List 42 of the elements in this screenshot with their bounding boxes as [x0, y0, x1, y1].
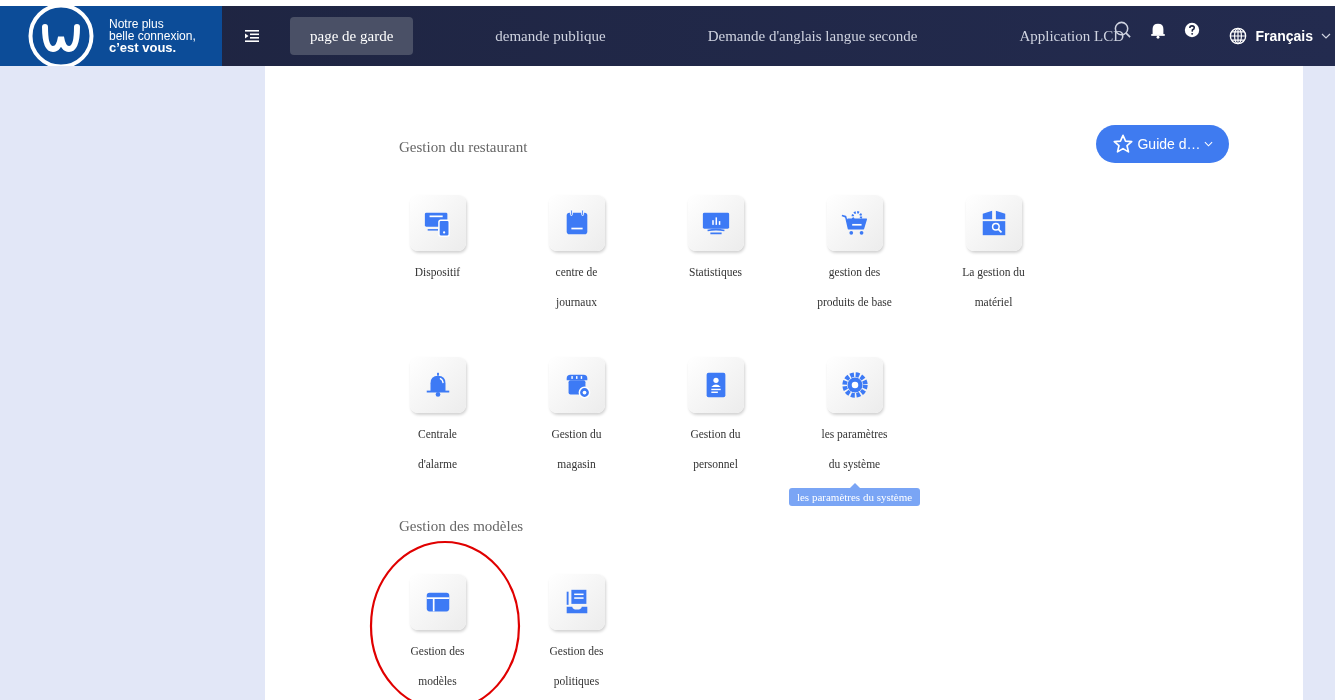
tooltip: les paramètres du système [788, 488, 921, 506]
nav-tab[interactable]: page de garde [290, 17, 414, 55]
gear-icon [839, 370, 870, 400]
nav-tab[interactable]: demande publique [475, 17, 626, 55]
app-tile[interactable] [826, 357, 883, 413]
app-label[interactable]: gestion des produits de base [815, 257, 894, 317]
cart-gear-icon [839, 208, 870, 238]
app-label[interactable]: Gestion du personnel [676, 419, 755, 479]
app-label[interactable]: Gestion des politiques [537, 636, 616, 696]
slogan-line: belle connexion, [109, 30, 196, 42]
help-icon[interactable] [1184, 21, 1200, 38]
menu-fold-icon[interactable] [245, 30, 259, 42]
star-icon [1112, 133, 1135, 155]
app-tile[interactable] [409, 357, 466, 413]
nav-tab[interactable]: Application LCD [999, 17, 1144, 55]
app-label[interactable]: les paramètres du système [815, 419, 894, 479]
guide-button[interactable]: Guide d… [1096, 125, 1229, 163]
section-title: Gestion du restaurant [399, 138, 528, 157]
app-label[interactable]: Gestion du magasin [537, 419, 616, 479]
app-tile[interactable] [687, 357, 744, 413]
app-tile[interactable] [409, 195, 466, 251]
chevron-down-icon [1321, 33, 1331, 39]
slogan-line: Notre plus [109, 18, 164, 30]
app-label[interactable]: La gestion du matériel [954, 257, 1033, 317]
language-selector[interactable]: Français [1229, 27, 1331, 45]
nav-tab[interactable]: Demande d'anglais langue seconde [687, 17, 938, 55]
slogan-emphasis: c’est vous. [109, 42, 177, 54]
globe-icon [1229, 27, 1248, 45]
section-title: Gestion des modèles [399, 517, 524, 536]
app-tile[interactable] [687, 195, 744, 251]
app-tile[interactable] [826, 195, 883, 251]
app-label[interactable]: Statistiques [676, 257, 755, 317]
app-label[interactable]: Dispositif [398, 257, 477, 317]
app-label[interactable]: Centrale d'alarme [398, 419, 477, 479]
app-label[interactable]: Gestion des modèles [398, 636, 477, 696]
app-tile[interactable] [548, 357, 605, 413]
app-tile[interactable] [965, 195, 1022, 251]
chevron-down-icon [1203, 141, 1213, 147]
app-label[interactable]: centre de journaux [537, 257, 616, 317]
app-tile[interactable] [548, 195, 605, 251]
app-tile[interactable] [548, 574, 605, 630]
app-tile[interactable] [409, 574, 466, 630]
